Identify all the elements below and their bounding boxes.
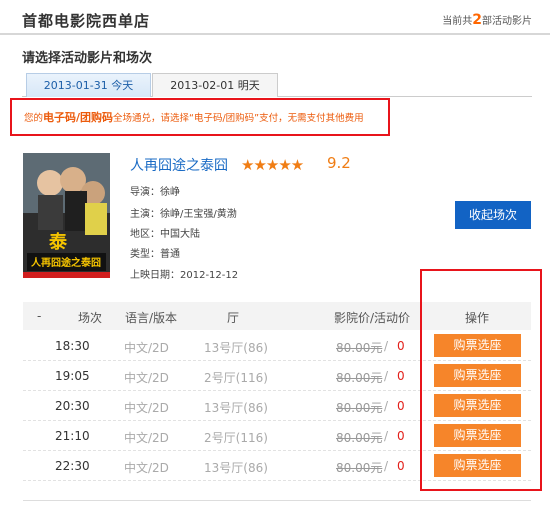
row-activity-price: 0 <box>397 459 405 473</box>
header-dash: - <box>37 309 42 323</box>
header-hall: 厅 <box>227 311 240 325</box>
header-price: 影院价/活动价 <box>334 311 411 325</box>
row-cinema-price: 80.00元 <box>336 431 383 445</box>
release-value: 2012-12-12 <box>180 270 239 281</box>
poster-image: 泰 人再囧途之泰囧 <box>23 153 110 278</box>
notice-text: 全场通兑，请选择“电子码/团购码”支付，无需支付其他费用 <box>113 113 364 124</box>
movie-type: 类型：普通 <box>130 245 180 260</box>
cinema-name: 首都电影院西单店 <box>22 12 151 30</box>
row-time: 21:10 <box>55 429 90 443</box>
director-label: 导演： <box>130 187 160 198</box>
director-value: 徐峥 <box>160 187 180 198</box>
row-hall: 13号厅(86) <box>204 461 268 475</box>
showtime-table-header: - 场次 语言/版本 厅 影院价/活动价 操作 <box>23 302 531 330</box>
row-price-separator: / <box>384 429 389 443</box>
row-price-separator: / <box>384 339 389 353</box>
collapse-showtimes-button[interactable]: 收起场次 <box>455 201 531 229</box>
row-activity-price: 0 <box>397 399 405 413</box>
movie-title-link[interactable]: 人再囧途之泰囧 <box>130 155 228 175</box>
header-language: 语言/版本 <box>125 311 178 325</box>
table-row: 20:30 中文/2D 13号厅(86) 80.00元 / 0 购票选座 <box>23 391 531 421</box>
row-price-separator: / <box>384 369 389 383</box>
count-suffix: 部活动影片 <box>482 16 532 27</box>
row-time: 19:05 <box>55 369 90 383</box>
row-language: 中文/2D <box>124 461 169 475</box>
buy-ticket-button[interactable]: 购票选座 <box>434 454 521 477</box>
type-value: 普通 <box>160 249 180 260</box>
row-cinema-price: 80.00元 <box>336 461 383 475</box>
region-label: 地区： <box>130 229 160 240</box>
tab-today[interactable]: 2013-01-31 今天 <box>26 73 151 97</box>
count-number: 2 <box>472 12 482 28</box>
row-cinema-price: 80.00元 <box>336 371 383 385</box>
cast-label: 主演： <box>130 209 160 220</box>
table-row: 18:30 中文/2D 13号厅(86) 80.00元 / 0 购票选座 <box>23 331 531 361</box>
type-label: 类型： <box>130 249 160 260</box>
redeem-notice: 您的电子码/团购码全场通兑，请选择“电子码/团购码”支付，无需支付其他费用 <box>10 98 390 136</box>
poster-title-text: 人再囧途之泰囧 <box>31 256 101 269</box>
row-activity-price: 0 <box>397 429 405 443</box>
date-tabs: 2013-01-31 今天 2013-02-01 明天 <box>22 73 532 97</box>
row-hall: 2号厅(116) <box>204 431 268 445</box>
row-language: 中文/2D <box>124 431 169 445</box>
row-hall: 13号厅(86) <box>204 341 268 355</box>
row-cinema-price: 80.00元 <box>336 341 383 355</box>
row-language: 中文/2D <box>124 341 169 355</box>
notice-highlight: 电子码/团购码 <box>43 111 114 124</box>
row-language: 中文/2D <box>124 371 169 385</box>
rating-score: 9.2 <box>327 154 351 172</box>
header-session: 场次 <box>78 311 103 325</box>
tab-tomorrow[interactable]: 2013-02-01 明天 <box>152 73 278 97</box>
row-activity-price: 0 <box>397 369 405 383</box>
table-row: 22:30 中文/2D 13号厅(86) 80.00元 / 0 购票选座 <box>23 451 531 481</box>
row-time: 22:30 <box>55 459 90 473</box>
bottom-divider <box>23 500 531 501</box>
movie-poster[interactable]: 泰 人再囧途之泰囧 <box>23 153 110 278</box>
buy-ticket-button[interactable]: 购票选座 <box>434 424 521 447</box>
page-header: 首都电影院西单店 当前共2部活动影片 <box>0 0 550 35</box>
notice-prefix: 您的 <box>24 113 44 124</box>
rating-stars: ★★★★★ <box>241 156 304 174</box>
header-operation: 操作 <box>465 311 490 325</box>
row-time: 18:30 <box>55 339 90 353</box>
movie-region: 地区：中国大陆 <box>130 225 200 240</box>
activity-movie-count: 当前共2部活动影片 <box>442 12 532 28</box>
row-activity-price: 0 <box>397 339 405 353</box>
table-row: 19:05 中文/2D 2号厅(116) 80.00元 / 0 购票选座 <box>23 361 531 391</box>
row-time: 20:30 <box>55 399 90 413</box>
row-price-separator: / <box>384 459 389 473</box>
region-value: 中国大陆 <box>160 229 200 240</box>
buy-ticket-button[interactable]: 购票选座 <box>434 334 521 357</box>
row-price-separator: / <box>384 399 389 413</box>
row-hall: 13号厅(86) <box>204 401 268 415</box>
row-language: 中文/2D <box>124 401 169 415</box>
movie-director: 导演：徐峥 <box>130 183 180 198</box>
cast-value: 徐峥/王宝强/黄渤 <box>160 209 237 220</box>
section-title: 请选择活动影片和场次 <box>22 51 153 66</box>
movie-cast: 主演：徐峥/王宝强/黄渤 <box>130 205 237 220</box>
poster-big-char: 泰 <box>48 231 68 253</box>
buy-ticket-button[interactable]: 购票选座 <box>434 394 521 417</box>
release-label: 上映日期： <box>130 270 180 281</box>
row-cinema-price: 80.00元 <box>336 401 383 415</box>
movie-release-date: 上映日期：2012-12-12 <box>130 266 238 281</box>
count-prefix: 当前共 <box>442 16 473 27</box>
buy-ticket-button[interactable]: 购票选座 <box>434 364 521 387</box>
row-hall: 2号厅(116) <box>204 371 268 385</box>
table-row: 21:10 中文/2D 2号厅(116) 80.00元 / 0 购票选座 <box>23 421 531 451</box>
